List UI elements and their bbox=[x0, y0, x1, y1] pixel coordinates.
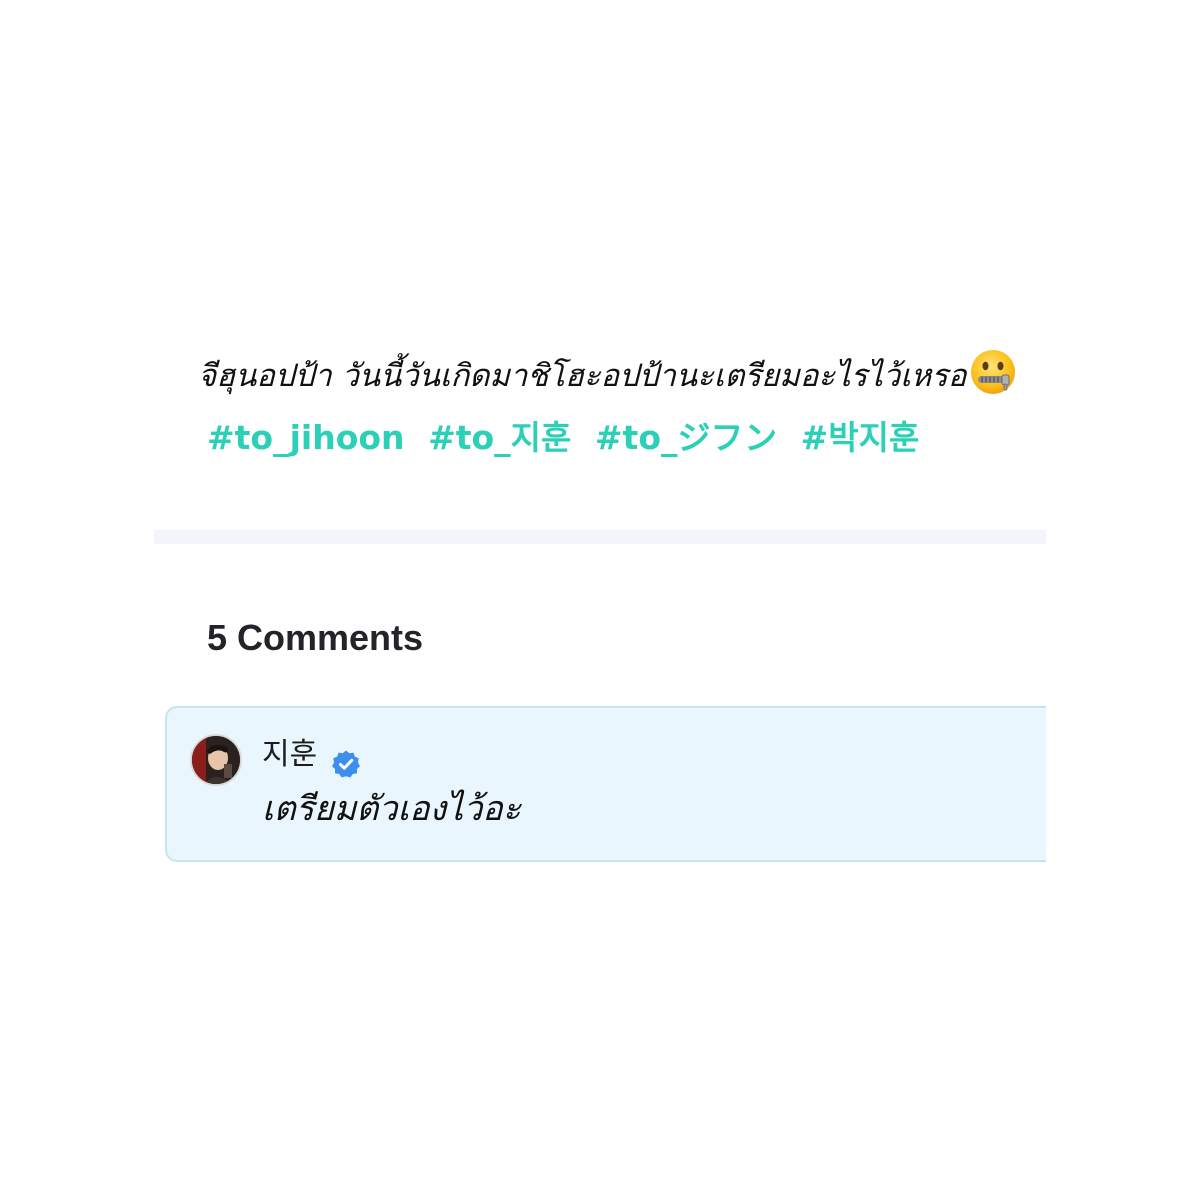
avatar-image bbox=[192, 736, 240, 784]
comments-count-heading: 5 Comments bbox=[207, 617, 424, 658]
section-divider bbox=[154, 530, 1046, 544]
hashtag-link[interactable]: #박지훈 bbox=[801, 418, 920, 457]
post-caption-text: จีฮุนอปป้า วันนี้วันเกิดมาชิโฮะอปป้านะเต… bbox=[198, 358, 967, 394]
hashtag-list: #to_jihoon #to_지훈 #to_ジフン #박지훈 bbox=[207, 414, 931, 462]
card-crop-edge bbox=[1046, 700, 1200, 870]
comment-username[interactable]: 지훈 bbox=[262, 734, 317, 776]
post-caption: จีฮุนอปป้า วันนี้วันเกิดมาชิโฮะอปป้านะเต… bbox=[198, 348, 1018, 398]
hashtag-link[interactable]: #to_ジフン bbox=[595, 418, 777, 457]
hashtag-link[interactable]: #to_지훈 bbox=[428, 418, 571, 457]
hashtag-link[interactable]: #to_jihoon bbox=[207, 418, 405, 457]
avatar[interactable] bbox=[190, 734, 242, 786]
zipper-mouth-face-icon bbox=[970, 350, 1015, 394]
verified-badge-icon bbox=[332, 750, 360, 778]
comment-text: เตรียมตัวเองไว้อะ bbox=[262, 789, 521, 829]
